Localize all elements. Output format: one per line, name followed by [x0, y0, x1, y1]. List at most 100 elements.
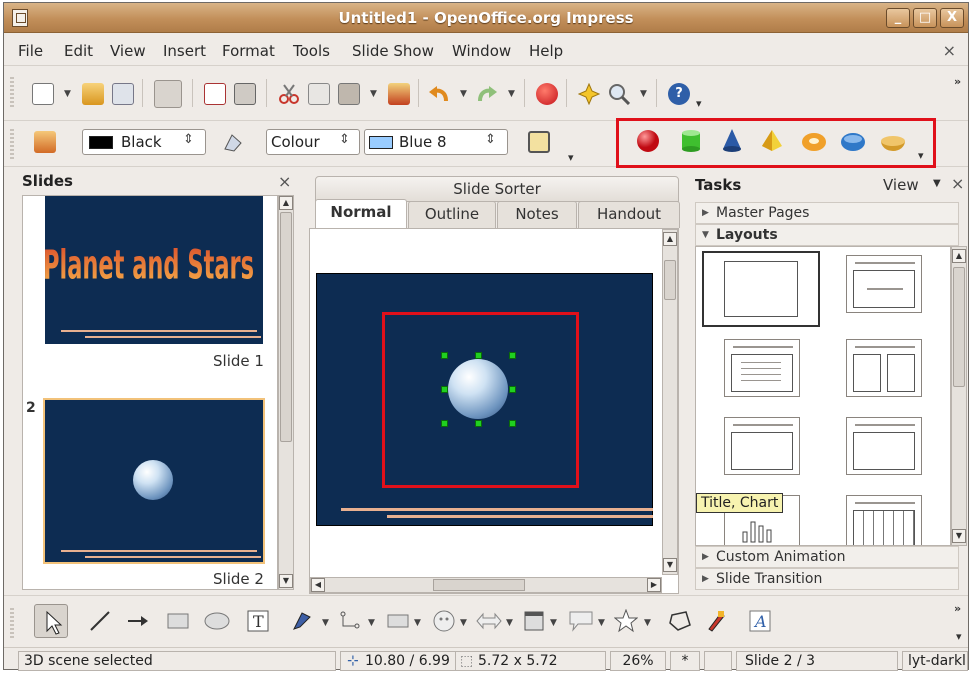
stars-icon[interactable] — [613, 608, 639, 633]
spin-icon[interactable]: ⇕ — [183, 132, 194, 147]
close-window-button[interactable]: X — [940, 8, 964, 28]
scroll-down-icon[interactable]: ▼ — [663, 558, 677, 572]
area-style-select[interactable]: Colour ⇕ — [266, 129, 360, 155]
navigator-icon[interactable] — [577, 82, 601, 106]
menu-format[interactable]: Format — [222, 42, 275, 60]
paste-dropdown-icon[interactable]: ▼ — [370, 89, 377, 99]
layout-title-2-content[interactable] — [846, 339, 922, 397]
select-arrow-icon[interactable] — [34, 604, 68, 638]
tab-outline[interactable]: Outline — [408, 201, 496, 228]
toolbar-overflow-icon[interactable]: ▾ — [568, 151, 574, 164]
help-icon[interactable]: ? — [668, 83, 690, 105]
menu-view[interactable]: View — [110, 42, 146, 60]
stars-dropdown-icon[interactable]: ▼ — [644, 618, 651, 628]
close-slides-pane-icon[interactable]: × — [278, 172, 291, 191]
menu-tools[interactable]: Tools — [293, 42, 330, 60]
layout-title-object[interactable] — [846, 417, 922, 475]
task-master-pages[interactable]: ▶ Master Pages — [695, 202, 959, 224]
flowchart-icon[interactable] — [522, 609, 546, 633]
line-color-select[interactable]: Black ⇕ — [82, 129, 206, 155]
close-tasks-pane-icon[interactable]: × — [951, 174, 964, 193]
selection-handle[interactable] — [509, 352, 516, 359]
scroll-thumb[interactable] — [664, 260, 676, 300]
basic-shapes-dropdown-icon[interactable]: ▼ — [414, 618, 421, 628]
new-document-icon[interactable] — [32, 83, 54, 105]
fontwork-icon[interactable]: A — [748, 609, 772, 633]
ellipse-tool-icon[interactable] — [204, 609, 230, 633]
slides-vertical-scrollbar[interactable]: ▲ ▼ — [278, 195, 294, 590]
selection-handle[interactable] — [509, 420, 516, 427]
view-dropdown-icon[interactable]: ▼ — [933, 178, 941, 189]
clone-formatting-icon[interactable] — [388, 83, 410, 105]
tasks-view-menu[interactable]: View — [883, 176, 919, 194]
points-icon[interactable] — [668, 609, 692, 633]
connector-dropdown-icon[interactable]: ▼ — [368, 618, 375, 628]
layout-title-spreadsheet[interactable] — [846, 495, 922, 545]
task-slide-transition[interactable]: ▶ Slide Transition — [695, 568, 959, 590]
undo-icon[interactable] — [428, 83, 450, 105]
cylinder-icon[interactable] — [679, 128, 703, 152]
scroll-up-icon[interactable]: ▲ — [279, 196, 293, 210]
pyramid-icon[interactable] — [760, 128, 784, 152]
maximize-button[interactable]: □ — [913, 8, 937, 28]
slides-list[interactable]: Planet and Stars Slide 1 2 Slide 2 — [22, 195, 278, 590]
scroll-left-icon[interactable]: ◀ — [311, 578, 325, 592]
shell-icon[interactable] — [840, 130, 865, 154]
tab-handout[interactable]: Handout — [578, 201, 680, 228]
scroll-thumb[interactable] — [953, 267, 965, 387]
zoom-icon[interactable] — [608, 83, 631, 106]
toolbar-grip[interactable] — [10, 608, 14, 638]
toolbar-grip[interactable] — [10, 77, 14, 107]
toolbar-overflow-icon[interactable]: ▾ — [696, 97, 702, 110]
sphere-icon[interactable] — [636, 129, 660, 153]
symbol-shapes-icon[interactable] — [432, 609, 456, 633]
area-icon[interactable] — [222, 131, 244, 153]
scroll-up-icon[interactable]: ▲ — [663, 232, 677, 246]
tab-normal[interactable]: Normal — [315, 199, 407, 229]
3d-sphere-object[interactable] — [448, 359, 508, 419]
redo-dropdown-icon[interactable]: ▼ — [508, 89, 515, 99]
spin-icon[interactable]: ⇕ — [339, 132, 350, 147]
selection-handle[interactable] — [475, 420, 482, 427]
slide-thumbnail-2[interactable] — [45, 400, 263, 562]
curve-dropdown-icon[interactable]: ▼ — [322, 618, 329, 628]
layout-title-content[interactable] — [724, 339, 800, 397]
menu-edit[interactable]: Edit — [64, 42, 93, 60]
chart-icon[interactable] — [536, 83, 558, 105]
scroll-down-icon[interactable]: ▼ — [952, 529, 966, 543]
scroll-thumb[interactable] — [433, 579, 525, 591]
toolbar-more-icon[interactable]: » — [954, 75, 961, 88]
shadow-icon[interactable] — [528, 131, 550, 153]
zoom-dropdown-icon[interactable]: ▼ — [640, 89, 647, 99]
cut-icon[interactable] — [278, 83, 300, 105]
minimize-button[interactable]: _ — [886, 8, 910, 28]
task-custom-animation[interactable]: ▶ Custom Animation — [695, 546, 959, 568]
close-document-icon[interactable]: × — [943, 41, 956, 60]
slide-canvas[interactable]: ▲ ▼ ◀ ▶ — [309, 228, 679, 594]
line-style-icon[interactable] — [34, 131, 56, 153]
spin-icon[interactable]: ⇕ — [485, 132, 496, 147]
menu-help[interactable]: Help — [529, 42, 563, 60]
slide-thumbnail-1[interactable]: Planet and Stars — [45, 196, 263, 344]
scroll-right-icon[interactable]: ▶ — [647, 578, 661, 592]
layouts-vertical-scrollbar[interactable]: ▲ ▼ — [951, 246, 967, 546]
glue-points-icon[interactable] — [704, 609, 728, 633]
save-icon[interactable] — [112, 83, 134, 105]
torus-icon[interactable] — [801, 130, 826, 154]
canvas-vertical-scrollbar[interactable]: ▲ ▼ — [662, 229, 678, 575]
curve-tool-icon[interactable] — [290, 609, 314, 633]
selection-handle[interactable] — [475, 352, 482, 359]
selection-handle[interactable] — [509, 386, 516, 393]
toolbar-overflow-icon[interactable]: ▾ — [918, 149, 924, 162]
selection-handle[interactable] — [441, 352, 448, 359]
layout-blank[interactable] — [702, 251, 820, 327]
toolbar-more-icon[interactable]: » — [954, 602, 961, 615]
edit-file-icon[interactable] — [154, 80, 182, 108]
layout-title-text[interactable] — [724, 417, 800, 475]
print-icon[interactable] — [234, 83, 256, 105]
area-color-select[interactable]: Blue 8 ⇕ — [364, 129, 508, 155]
rectangle-tool-icon[interactable] — [166, 609, 190, 633]
text-tool-icon[interactable]: T — [246, 609, 270, 633]
canvas-horizontal-scrollbar[interactable]: ◀ ▶ — [310, 577, 662, 593]
undo-dropdown-icon[interactable]: ▼ — [460, 89, 467, 99]
